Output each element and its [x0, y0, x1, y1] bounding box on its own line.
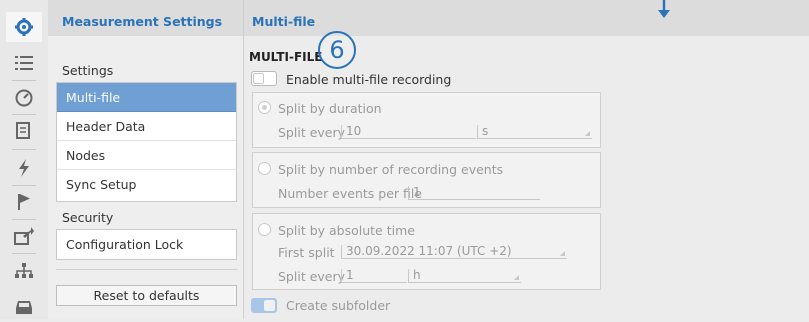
enable-multi-file-label: Enable multi-file recording [286, 72, 452, 87]
page-title: Multi-file [252, 14, 316, 29]
sidebar-item-configuration-lock[interactable]: Configuration Lock [66, 230, 183, 259]
split-by-events-radio[interactable] [258, 162, 271, 175]
split-by-absolute-time-radio[interactable] [258, 223, 271, 236]
section-title: MULTI-FILE [249, 50, 323, 64]
enable-multi-file-toggle[interactable] [251, 71, 277, 86]
flag-icon[interactable] [6, 187, 42, 217]
sidebar-item-nodes[interactable]: Nodes [57, 141, 236, 170]
export-icon[interactable] [6, 221, 42, 251]
main-header: Multi-file [244, 0, 809, 36]
split-by-absolute-time-label: Split by absolute time [278, 223, 415, 238]
sidebar-item-header-data[interactable]: Header Data [57, 112, 236, 141]
gauge-icon[interactable] [6, 83, 42, 113]
pointer-arrow-icon [658, 0, 670, 18]
settings-sidebar: Measurement Settings Settings Multi-file… [48, 0, 244, 319]
sidebar-item-multi-file[interactable]: Multi-file [57, 83, 236, 112]
create-subfolder-toggle[interactable] [251, 298, 277, 313]
reset-to-defaults-button[interactable]: Reset to defaults [56, 285, 237, 306]
network-icon[interactable] [6, 256, 42, 286]
split-by-events-label: Split by number of recording events [278, 162, 504, 177]
sidebar-divider [56, 269, 237, 270]
list-icon[interactable] [6, 48, 42, 78]
lightning-icon[interactable] [6, 153, 42, 183]
create-subfolder-label: Create subfolder [286, 298, 391, 313]
vehicle-icon[interactable] [6, 292, 42, 322]
split-by-duration-label: Split by duration [278, 101, 382, 116]
security-heading: Security [62, 210, 114, 225]
split-every-input[interactable]: 10 [341, 125, 476, 139]
absolute-split-every-label: Split every [278, 269, 346, 284]
split-every-label: Split every [278, 125, 346, 140]
first-split-label: First split [278, 245, 335, 260]
sidebar-header: Measurement Settings [48, 0, 243, 36]
icon-toolbar [0, 0, 49, 319]
absolute-split-every-input[interactable]: 1 [341, 269, 407, 283]
sidebar-item-sync-setup[interactable]: Sync Setup [57, 170, 236, 199]
document-icon[interactable] [6, 116, 42, 146]
security-nav-list: Configuration Lock [56, 229, 237, 260]
number-events-input[interactable]: 1 [408, 186, 540, 200]
settings-heading: Settings [62, 63, 114, 78]
split-by-duration-radio[interactable] [258, 101, 271, 114]
number-events-label: Number events per file [278, 186, 423, 201]
gear-icon[interactable] [6, 12, 42, 42]
absolute-split-every-unit-select[interactable]: h [408, 269, 521, 283]
step-number-badge: 6 [318, 31, 356, 69]
sidebar-title: Measurement Settings [62, 14, 223, 29]
settings-nav-list: Multi-file Header Data Nodes Sync Setup [56, 82, 237, 202]
first-split-datetime-select[interactable]: 30.09.2022 11:07 (UTC +2) [341, 245, 567, 259]
split-every-unit-select[interactable]: s [477, 125, 592, 139]
